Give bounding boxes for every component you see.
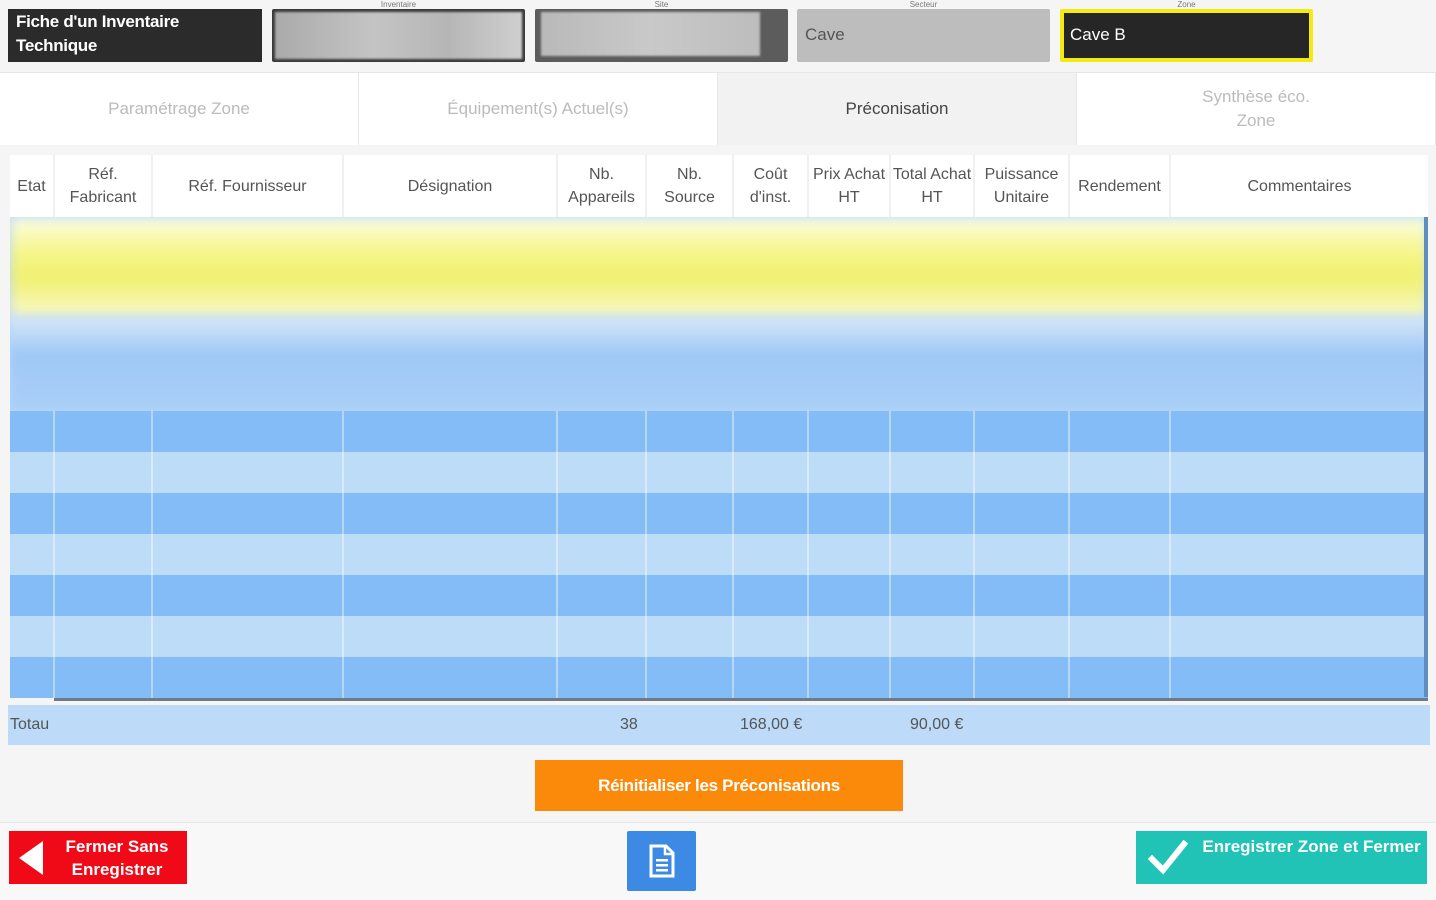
inventaire-field[interactable]: Inventaire: [272, 0, 525, 62]
zone-value: Cave B: [1060, 9, 1313, 62]
zone-caption: Zone: [1177, 0, 1196, 9]
col-prix-achat-ht[interactable]: Prix Achat HT: [809, 155, 891, 217]
close-without-saving-label: Fermer Sans Enregistrer: [65, 837, 169, 879]
back-arrow-icon: [19, 841, 43, 875]
tab-bar: Paramétrage Zone Équipement(s) Actuel(s)…: [0, 72, 1436, 145]
col-commentaires[interactable]: Commentaires: [1171, 155, 1428, 217]
col-ref-fabricant[interactable]: Réf. Fabricant: [55, 155, 153, 217]
checkmark-icon: [1148, 839, 1188, 875]
tab-equipements-actuels[interactable]: Équipement(s) Actuel(s): [359, 73, 718, 145]
total-achat-ht: 90,00 €: [910, 716, 964, 733]
tab-preconisation[interactable]: Préconisation: [718, 73, 1077, 145]
col-designation[interactable]: Désignation: [344, 155, 558, 217]
document-button[interactable]: [627, 831, 696, 891]
inventaire-value-blurred: [275, 12, 522, 59]
vertical-scrollbar[interactable]: [1424, 217, 1428, 697]
save-zone-and-close-button[interactable]: Enregistrer Zone et Fermer: [1136, 831, 1427, 884]
col-puissance-unitaire[interactable]: Puissance Unitaire: [975, 155, 1070, 217]
col-total-achat-ht[interactable]: Total Achat HT: [891, 155, 975, 217]
table-row[interactable]: [10, 616, 1428, 657]
selected-row-blurred[interactable]: [10, 217, 1428, 317]
site-field[interactable]: Site: [535, 0, 788, 62]
table-row-blurred[interactable]: [10, 317, 1428, 411]
table-header: Etat Réf. Fabricant Réf. Fournisseur Dés…: [10, 155, 1428, 217]
tab-synthese-eco-zone[interactable]: Synthèse éco. Zone: [1077, 73, 1436, 145]
document-icon: [649, 844, 674, 878]
table-row[interactable]: [10, 452, 1428, 493]
table-row[interactable]: [10, 575, 1428, 616]
col-ref-fournisseur[interactable]: Réf. Fournisseur: [153, 155, 344, 217]
table-row[interactable]: [10, 657, 1428, 698]
total-cout-inst: 168,00 €: [740, 716, 803, 733]
secteur-value: Cave: [797, 9, 1050, 62]
horizontal-scrollbar[interactable]: [54, 698, 1428, 701]
col-nb-source[interactable]: Nb. Source: [647, 155, 734, 217]
header-bar: Fiche d'un Inventaire Technique Inventai…: [0, 0, 1436, 70]
site-caption: Site: [654, 0, 669, 9]
col-cout-inst[interactable]: Coût d'inst.: [734, 155, 809, 217]
col-etat[interactable]: Etat: [10, 155, 55, 217]
table-row[interactable]: [10, 411, 1428, 452]
col-nb-appareils[interactable]: Nb. Appareils: [558, 155, 647, 217]
reset-preconisations-button[interactable]: Réinitialiser les Préconisations: [535, 760, 903, 811]
totals-row: Totau 38 168,00 € 90,00 €: [8, 705, 1430, 745]
preconisation-table: Etat Réf. Fabricant Réf. Fournisseur Dés…: [10, 155, 1428, 701]
secteur-caption: Secteur: [909, 0, 938, 9]
col-rendement[interactable]: Rendement: [1070, 155, 1171, 217]
secteur-field[interactable]: Secteur Cave: [797, 0, 1050, 62]
close-without-saving-button[interactable]: Fermer Sans Enregistrer: [9, 831, 187, 884]
totals-label: Totau: [10, 716, 50, 733]
table-row[interactable]: [10, 493, 1428, 534]
table-row[interactable]: [10, 534, 1428, 575]
site-value-blurred: [541, 12, 760, 56]
inventaire-caption: Inventaire: [380, 0, 417, 9]
save-zone-and-close-label: Enregistrer Zone et Fermer: [1202, 837, 1421, 856]
page-title: Fiche d'un Inventaire Technique: [8, 9, 262, 62]
total-nb-appareils: 38: [620, 716, 638, 733]
blurred-rows: [10, 217, 1428, 411]
footer-bar: Fermer Sans Enregistrer Enregistrer Zone…: [0, 822, 1436, 900]
tab-parametrage-zone[interactable]: Paramétrage Zone: [0, 73, 359, 145]
zone-field[interactable]: Zone Cave B: [1060, 0, 1313, 62]
